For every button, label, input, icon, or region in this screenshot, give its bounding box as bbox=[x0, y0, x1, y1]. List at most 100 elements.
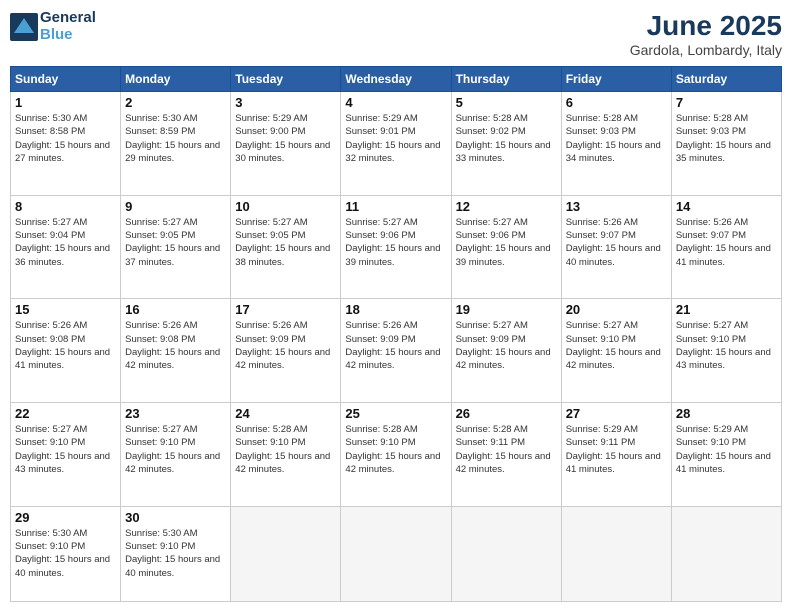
day-info: Sunrise: 5:30 AMSunset: 8:58 PMDaylight:… bbox=[15, 112, 116, 165]
day-info: Sunrise: 5:27 AMSunset: 9:10 PMDaylight:… bbox=[125, 423, 226, 476]
col-header-monday: Monday bbox=[121, 67, 231, 92]
col-header-friday: Friday bbox=[561, 67, 671, 92]
day-info: Sunrise: 5:27 AMSunset: 9:10 PMDaylight:… bbox=[566, 319, 667, 372]
calendar-cell: 1Sunrise: 5:30 AMSunset: 8:58 PMDaylight… bbox=[11, 92, 121, 196]
day-number: 5 bbox=[456, 95, 557, 110]
day-number: 10 bbox=[235, 199, 336, 214]
col-header-sunday: Sunday bbox=[11, 67, 121, 92]
day-number: 19 bbox=[456, 302, 557, 317]
day-number: 7 bbox=[676, 95, 777, 110]
calendar-cell: 23 Sunrise: 5:27 AMSunset: 9:10 PMDayligh… bbox=[121, 403, 231, 507]
day-info: Sunrise: 5:27 AMSunset: 9:04 PMDaylight:… bbox=[15, 216, 116, 269]
day-number: 23 bbox=[125, 406, 226, 421]
calendar-cell: 25 Sunrise: 5:28 AMSunset: 9:10 PMDayligh… bbox=[341, 403, 451, 507]
day-info: Sunrise: 5:29 AMSunset: 9:00 PMDaylight:… bbox=[235, 112, 336, 165]
day-info: Sunrise: 5:26 AMSunset: 9:07 PMDaylight:… bbox=[566, 216, 667, 269]
day-number: 9 bbox=[125, 199, 226, 214]
day-number: 14 bbox=[676, 199, 777, 214]
day-number: 8 bbox=[15, 199, 116, 214]
calendar-cell: 26Sunrise: 5:28 AMSunset: 9:11 PMDayligh… bbox=[451, 403, 561, 507]
calendar-cell: 4Sunrise: 5:29 AMSunset: 9:01 PMDaylight… bbox=[341, 92, 451, 196]
logo-blue: Blue bbox=[40, 27, 96, 44]
calendar-cell: 2 Sunrise: 5:30 AMSunset: 8:59 PMDaylight… bbox=[121, 92, 231, 196]
day-number: 11 bbox=[345, 199, 446, 214]
month-title: June 2025 bbox=[630, 10, 782, 42]
calendar-cell: 14 Sunrise: 5:26 AMSunset: 9:07 PMDayligh… bbox=[671, 195, 781, 299]
day-number: 26 bbox=[456, 406, 557, 421]
calendar-cell: 6 Sunrise: 5:28 AMSunset: 9:03 PMDaylight… bbox=[561, 92, 671, 196]
calendar-cell bbox=[451, 506, 561, 601]
calendar-cell: 22 Sunrise: 5:27 AMSunset: 9:10 PMDayligh… bbox=[11, 403, 121, 507]
day-info: Sunrise: 5:27 AMSunset: 9:06 PMDaylight:… bbox=[345, 216, 446, 269]
calendar-cell bbox=[231, 506, 341, 601]
day-info: Sunrise: 5:26 AMSunset: 9:08 PMDaylight:… bbox=[15, 319, 116, 372]
day-number: 15 bbox=[15, 302, 116, 317]
day-info: Sunrise: 5:27 AMSunset: 9:05 PMDaylight:… bbox=[125, 216, 226, 269]
day-number: 4 bbox=[345, 95, 446, 110]
day-info: Sunrise: 5:28 AMSunset: 9:03 PMDaylight:… bbox=[566, 112, 667, 165]
day-number: 20 bbox=[566, 302, 667, 317]
day-info: Sunrise: 5:28 AMSunset: 9:10 PMDaylight:… bbox=[235, 423, 336, 476]
calendar-cell: 21 Sunrise: 5:27 AMSunset: 9:10 PMDayligh… bbox=[671, 299, 781, 403]
col-header-tuesday: Tuesday bbox=[231, 67, 341, 92]
day-info: Sunrise: 5:29 AMSunset: 9:11 PMDaylight:… bbox=[566, 423, 667, 476]
day-info: Sunrise: 5:27 AMSunset: 9:06 PMDaylight:… bbox=[456, 216, 557, 269]
day-info: Sunrise: 5:27 AMSunset: 9:10 PMDaylight:… bbox=[15, 423, 116, 476]
day-info: Sunrise: 5:27 AMSunset: 9:05 PMDaylight:… bbox=[235, 216, 336, 269]
col-header-saturday: Saturday bbox=[671, 67, 781, 92]
day-number: 30 bbox=[125, 510, 226, 525]
day-number: 28 bbox=[676, 406, 777, 421]
day-info: Sunrise: 5:30 AMSunset: 8:59 PMDaylight:… bbox=[125, 112, 226, 165]
day-number: 25 bbox=[345, 406, 446, 421]
day-number: 6 bbox=[566, 95, 667, 110]
day-number: 22 bbox=[15, 406, 116, 421]
calendar-cell: 18Sunrise: 5:26 AMSunset: 9:09 PMDayligh… bbox=[341, 299, 451, 403]
day-number: 16 bbox=[125, 302, 226, 317]
col-header-wednesday: Wednesday bbox=[341, 67, 451, 92]
calendar-cell bbox=[561, 506, 671, 601]
logo: General Blue bbox=[10, 10, 96, 43]
day-number: 13 bbox=[566, 199, 667, 214]
day-info: Sunrise: 5:30 AMSunset: 9:10 PMDaylight:… bbox=[15, 527, 116, 580]
calendar-cell: 28Sunrise: 5:29 AMSunset: 9:10 PMDayligh… bbox=[671, 403, 781, 507]
calendar-cell: 17 Sunrise: 5:26 AMSunset: 9:09 PMDayligh… bbox=[231, 299, 341, 403]
day-info: Sunrise: 5:26 AMSunset: 9:07 PMDaylight:… bbox=[676, 216, 777, 269]
title-section: June 2025 Gardola, Lombardy, Italy bbox=[630, 10, 782, 58]
page: General Blue June 2025 Gardola, Lombardy… bbox=[0, 0, 792, 612]
calendar-cell: 5 Sunrise: 5:28 AMSunset: 9:02 PMDaylight… bbox=[451, 92, 561, 196]
calendar-cell bbox=[341, 506, 451, 601]
day-info: Sunrise: 5:30 AMSunset: 9:10 PMDaylight:… bbox=[125, 527, 226, 580]
calendar-cell: 9 Sunrise: 5:27 AMSunset: 9:05 PMDaylight… bbox=[121, 195, 231, 299]
day-number: 24 bbox=[235, 406, 336, 421]
day-number: 27 bbox=[566, 406, 667, 421]
location: Gardola, Lombardy, Italy bbox=[630, 42, 782, 58]
calendar-cell: 3 Sunrise: 5:29 AMSunset: 9:00 PMDaylight… bbox=[231, 92, 341, 196]
day-number: 3 bbox=[235, 95, 336, 110]
calendar-cell: 7 Sunrise: 5:28 AMSunset: 9:03 PMDaylight… bbox=[671, 92, 781, 196]
day-number: 17 bbox=[235, 302, 336, 317]
logo-general: General bbox=[40, 10, 96, 27]
calendar-cell bbox=[671, 506, 781, 601]
day-number: 18 bbox=[345, 302, 446, 317]
day-info: Sunrise: 5:28 AMSunset: 9:02 PMDaylight:… bbox=[456, 112, 557, 165]
day-number: 21 bbox=[676, 302, 777, 317]
header: General Blue June 2025 Gardola, Lombardy… bbox=[10, 10, 782, 58]
calendar-cell: 30 Sunrise: 5:30 AMSunset: 9:10 PMDayligh… bbox=[121, 506, 231, 601]
day-info: Sunrise: 5:28 AMSunset: 9:10 PMDaylight:… bbox=[345, 423, 446, 476]
col-header-thursday: Thursday bbox=[451, 67, 561, 92]
logo-icon bbox=[10, 13, 38, 41]
calendar-cell: 12 Sunrise: 5:27 AMSunset: 9:06 PMDayligh… bbox=[451, 195, 561, 299]
day-info: Sunrise: 5:28 AMSunset: 9:03 PMDaylight:… bbox=[676, 112, 777, 165]
calendar-cell: 27 Sunrise: 5:29 AMSunset: 9:11 PMDayligh… bbox=[561, 403, 671, 507]
day-info: Sunrise: 5:27 AMSunset: 9:10 PMDaylight:… bbox=[676, 319, 777, 372]
calendar-cell: 19 Sunrise: 5:27 AMSunset: 9:09 PMDayligh… bbox=[451, 299, 561, 403]
day-info: Sunrise: 5:26 AMSunset: 9:09 PMDaylight:… bbox=[235, 319, 336, 372]
day-info: Sunrise: 5:26 AMSunset: 9:08 PMDaylight:… bbox=[125, 319, 226, 372]
calendar-table: SundayMondayTuesdayWednesdayThursdayFrid… bbox=[10, 66, 782, 602]
day-number: 12 bbox=[456, 199, 557, 214]
day-info: Sunrise: 5:27 AMSunset: 9:09 PMDaylight:… bbox=[456, 319, 557, 372]
day-number: 2 bbox=[125, 95, 226, 110]
calendar-cell: 11 Sunrise: 5:27 AMSunset: 9:06 PMDayligh… bbox=[341, 195, 451, 299]
calendar-cell: 10 Sunrise: 5:27 AMSunset: 9:05 PMDayligh… bbox=[231, 195, 341, 299]
calendar-cell: 29Sunrise: 5:30 AMSunset: 9:10 PMDayligh… bbox=[11, 506, 121, 601]
